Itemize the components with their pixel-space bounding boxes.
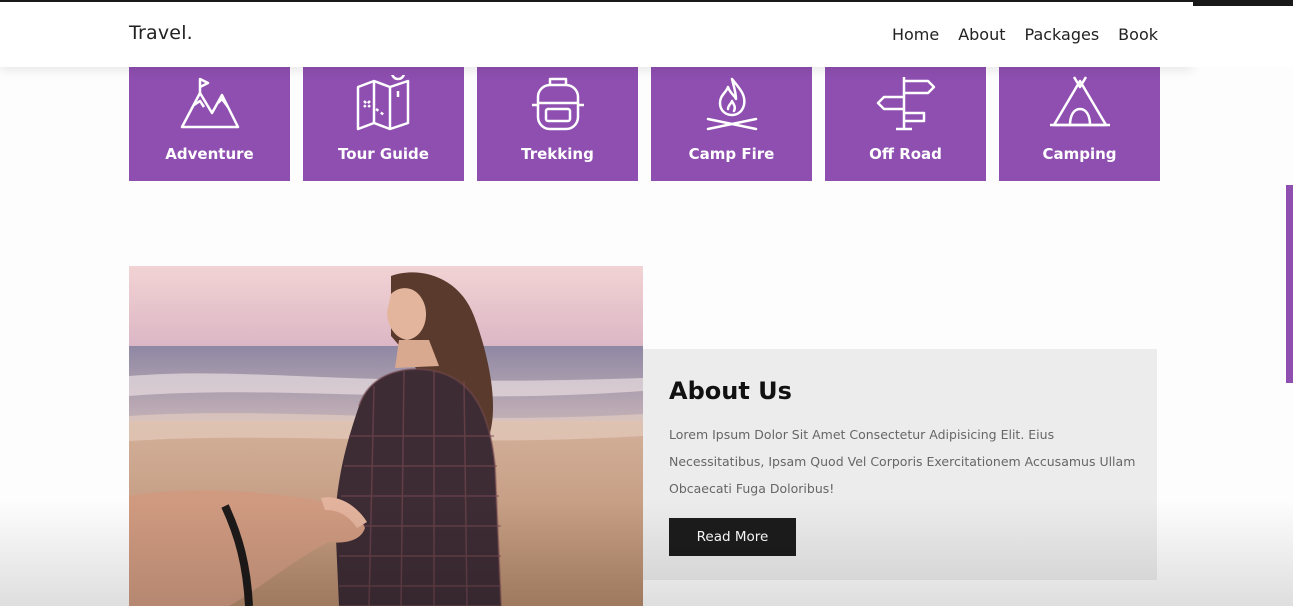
category-label: Off Road bbox=[869, 145, 942, 163]
category-cards: Adventure Tour Guide Trekking Camp Fire bbox=[129, 66, 1160, 181]
category-card-camp-fire[interactable]: Camp Fire bbox=[651, 66, 812, 181]
category-card-trekking[interactable]: Trekking bbox=[477, 66, 638, 181]
about-section: About Us Lorem Ipsum Dolor Sit Amet Cons… bbox=[643, 349, 1157, 580]
about-title: About Us bbox=[669, 377, 792, 405]
nav-packages[interactable]: Packages bbox=[1025, 25, 1100, 44]
nav-about[interactable]: About bbox=[958, 25, 1005, 44]
category-card-camping[interactable]: Camping bbox=[999, 66, 1160, 181]
main-nav: Home About Packages Book bbox=[892, 25, 1158, 44]
about-text: Lorem Ipsum Dolor Sit Amet Consectetur A… bbox=[669, 427, 1136, 496]
campfire-icon bbox=[706, 77, 757, 131]
logo[interactable]: Travel. bbox=[129, 22, 193, 44]
category-label: Trekking bbox=[521, 145, 594, 163]
category-label: Camping bbox=[1042, 145, 1117, 163]
mountain-icon bbox=[180, 77, 239, 129]
category-label: Camp Fire bbox=[688, 145, 775, 163]
side-accent-bar bbox=[1286, 185, 1293, 383]
category-label: Tour Guide bbox=[338, 145, 429, 163]
category-label: Adventure bbox=[165, 145, 254, 163]
nav-home[interactable]: Home bbox=[892, 25, 939, 44]
category-card-tour-guide[interactable]: Tour Guide bbox=[303, 66, 464, 181]
backpack-icon bbox=[531, 77, 584, 131]
tent-icon bbox=[1049, 76, 1110, 127]
site-header: Travel. Home About Packages Book bbox=[0, 2, 1193, 67]
read-more-button[interactable]: Read More bbox=[669, 518, 796, 556]
category-card-adventure[interactable]: Adventure bbox=[129, 66, 290, 181]
beach-couple-illustration bbox=[129, 266, 643, 606]
category-card-off-road[interactable]: Off Road bbox=[825, 66, 986, 181]
map-icon bbox=[356, 75, 409, 131]
header-extension bbox=[1193, 6, 1293, 67]
nav-book[interactable]: Book bbox=[1118, 25, 1158, 44]
signpost-icon bbox=[876, 77, 935, 131]
about-photo bbox=[129, 266, 643, 606]
